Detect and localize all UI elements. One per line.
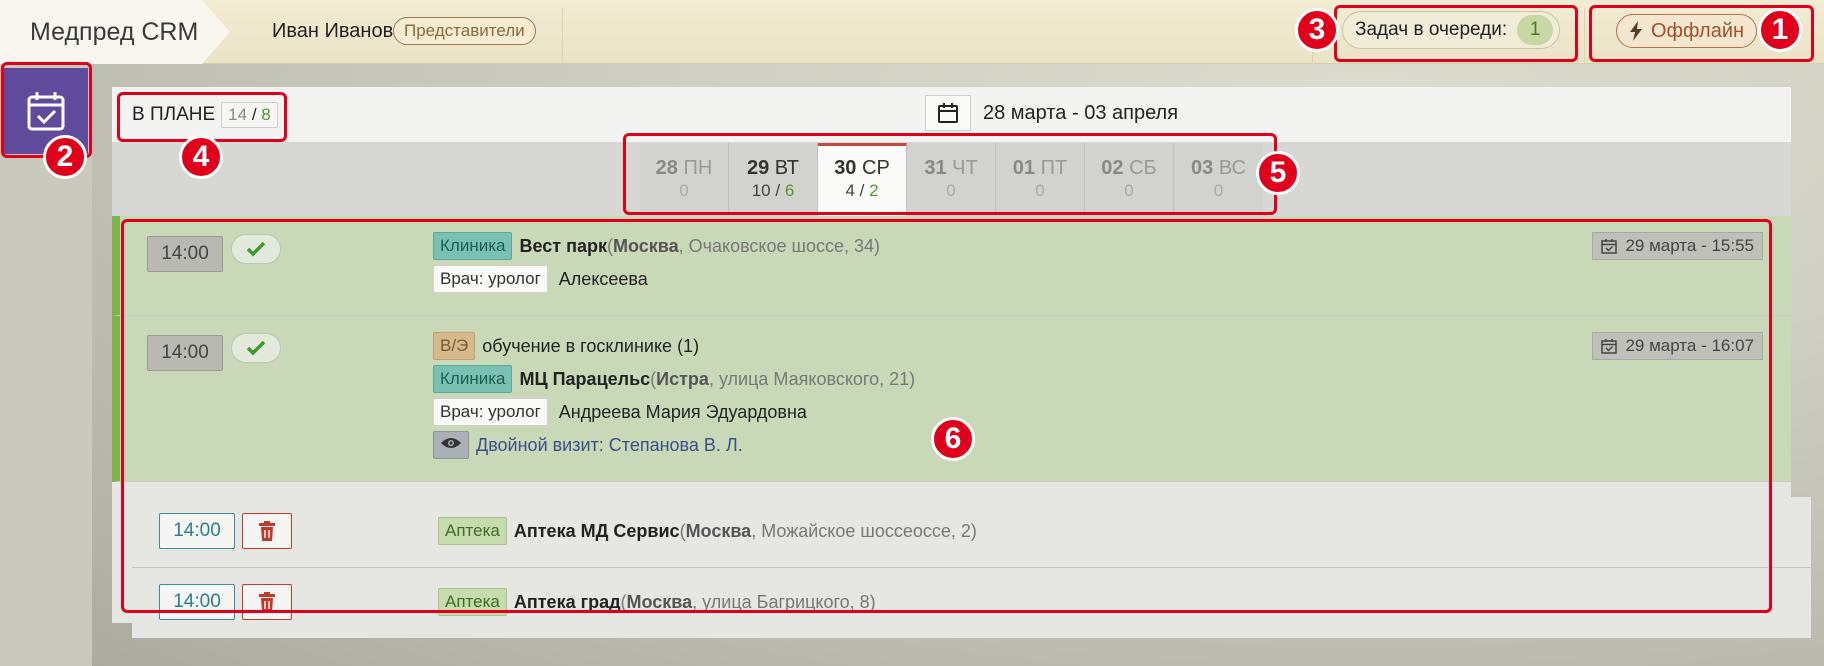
callout-number: 1 (1758, 8, 1802, 52)
brand-logo[interactable]: Медпред CRM (0, 0, 230, 64)
header-divider (1584, 8, 1585, 64)
week-selector: 28 марта - 03 апреля (925, 95, 1178, 131)
callout-number: 4 (179, 135, 223, 179)
brand-name: Медпред CRM (30, 18, 199, 46)
user-name: Иван Иванов (272, 20, 394, 42)
user-role-badge: Представители (393, 17, 536, 45)
callout-frame (623, 133, 1277, 215)
callout-number: 6 (931, 417, 975, 461)
callout-frame (121, 219, 1772, 613)
callout-number: 3 (1295, 8, 1339, 52)
week-picker-button[interactable] (925, 95, 971, 131)
callout-number: 5 (1256, 151, 1300, 195)
calendar-icon (938, 103, 958, 123)
callout-frame (1334, 5, 1578, 62)
week-range: 28 марта - 03 апреля (983, 101, 1179, 124)
header-divider (562, 8, 563, 64)
callout-number: 2 (43, 135, 87, 179)
